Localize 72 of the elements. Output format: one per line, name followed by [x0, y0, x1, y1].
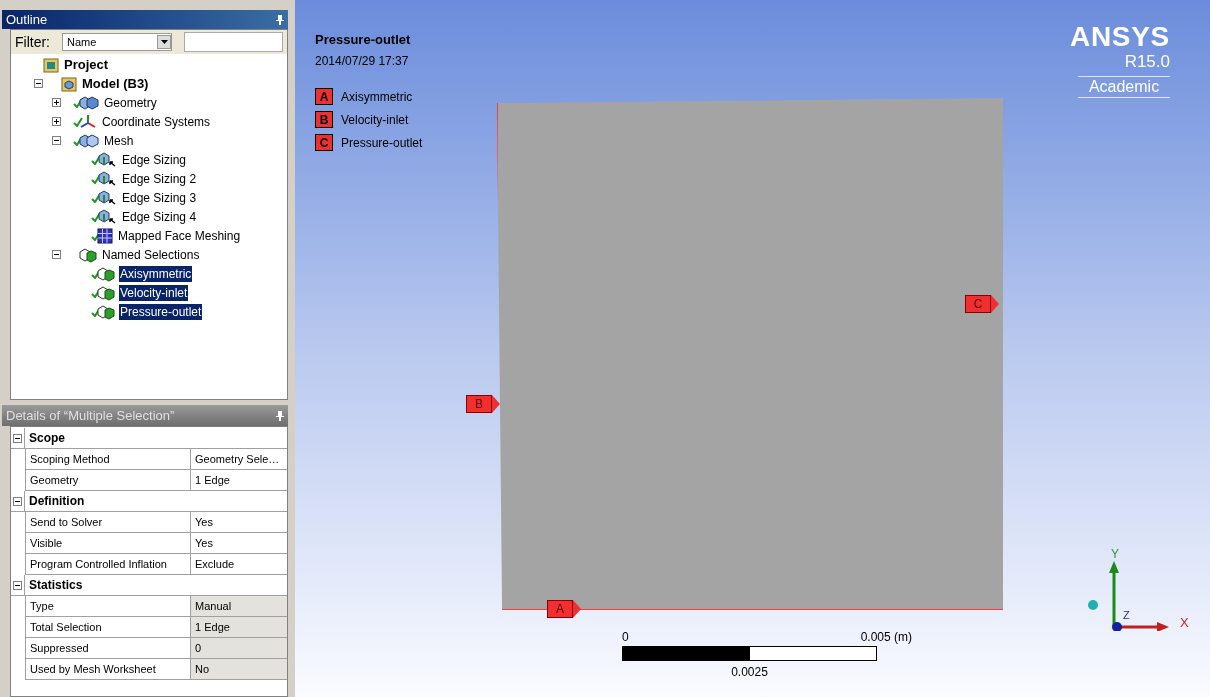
- dropdown-arrow-icon: [160, 40, 168, 44]
- property-value[interactable]: No: [191, 659, 287, 679]
- tree-item[interactable]: Edge Sizing 4: [121, 208, 198, 225]
- edge-label-flag: C: [965, 295, 999, 313]
- tree-item[interactable]: Mesh: [103, 132, 135, 149]
- cubes-icon: [97, 265, 115, 282]
- property-value[interactable]: Manual: [191, 596, 287, 616]
- tree-item[interactable]: Coordinate Systems: [101, 113, 212, 130]
- logo-brand: ANSYS: [1070, 22, 1170, 52]
- logo-edition: Academic: [1078, 76, 1170, 98]
- tree-item[interactable]: Pressure-outlet: [119, 303, 203, 320]
- folder-icon: [43, 56, 59, 73]
- property-value[interactable]: 1 Edge: [191, 617, 287, 637]
- group-heading: Definition: [28, 493, 85, 510]
- folder-cube-icon: [61, 75, 77, 92]
- scale-label: 0: [622, 629, 629, 646]
- legend-label: Axisymmetric: [341, 88, 413, 106]
- tree-item[interactable]: Velocity-inlet: [119, 284, 189, 301]
- collapse-icon[interactable]: [13, 580, 22, 590]
- cubes-icon: [97, 284, 115, 301]
- logo-version: R15.0: [1124, 52, 1170, 72]
- filter-label: Filter:: [15, 32, 50, 52]
- tree-item[interactable]: Named Selections: [101, 246, 201, 263]
- expand-icon[interactable]: [51, 98, 61, 107]
- cubes-icon: [79, 246, 97, 263]
- collapse-icon[interactable]: [13, 496, 22, 506]
- viewport-title: Pressure-outlet: [315, 31, 412, 49]
- axes-icon: [79, 113, 97, 130]
- cube-arrow-icon: [97, 151, 117, 168]
- collapse-icon[interactable]: [51, 136, 61, 145]
- cubes-icon: [97, 303, 115, 320]
- scale-label: 0.0025: [730, 664, 769, 681]
- legend-letter: C: [315, 134, 333, 151]
- cubes-icon: [79, 132, 99, 149]
- tree-item[interactable]: Geometry: [103, 94, 158, 111]
- cube-arrow-icon: [97, 189, 117, 206]
- scale-label: 0.005 (m): [860, 629, 912, 646]
- group-heading: Scope: [28, 430, 65, 447]
- axis-label: Z: [1123, 608, 1130, 623]
- collapse-icon[interactable]: [33, 79, 43, 88]
- legend-label: Pressure-outlet: [341, 134, 423, 152]
- axis-label: Y: [1111, 546, 1119, 563]
- legend-letter: A: [315, 88, 333, 105]
- timestamp: 2014/07/29 17:37: [315, 52, 410, 70]
- edge-label-flag: B: [466, 395, 500, 413]
- panel-title: Details of “Multiple Selection”: [6, 406, 175, 425]
- filter-field[interactable]: [184, 32, 283, 52]
- collapse-icon[interactable]: [13, 433, 22, 443]
- grid-icon: [97, 227, 113, 244]
- expand-icon[interactable]: [51, 117, 61, 126]
- tree-item[interactable]: Model (B3): [81, 75, 150, 92]
- group-heading: Statistics: [28, 577, 83, 594]
- pin-icon[interactable]: [276, 14, 284, 25]
- tree-item[interactable]: Edge Sizing: [121, 151, 188, 168]
- tree-item[interactable]: Edge Sizing 2: [121, 170, 198, 187]
- tree-item[interactable]: Mapped Face Meshing: [117, 227, 242, 244]
- tree-item[interactable]: Axisymmetric: [119, 265, 193, 282]
- property-value[interactable]: 0: [191, 638, 287, 658]
- tree-item[interactable]: Project: [63, 56, 110, 73]
- tree-item[interactable]: Edge Sizing 3: [121, 189, 198, 206]
- cube-arrow-icon: [97, 170, 117, 187]
- filter-dropdown[interactable]: Name: [62, 33, 172, 51]
- legend-label: Velocity-inlet: [341, 111, 409, 129]
- panel-title: Outline: [6, 10, 48, 29]
- axis-label: X: [1180, 614, 1189, 632]
- collapse-icon[interactable]: [51, 250, 61, 259]
- edge-label-flag: A: [547, 600, 581, 618]
- cubes-icon: [79, 94, 99, 111]
- cube-arrow-icon: [97, 208, 117, 225]
- legend-letter: B: [315, 111, 333, 128]
- pin-icon[interactable]: [276, 410, 284, 421]
- graphics-viewport[interactable]: Pressure-outlet 2014/07/29 17:37 A Axisymmetric B Velocity-inlet C Pressure-outlet C B A ANSYS R15.0 Academic 0 0.005 (m) 0.0025 Y Z X: [295, 0, 1210, 697]
